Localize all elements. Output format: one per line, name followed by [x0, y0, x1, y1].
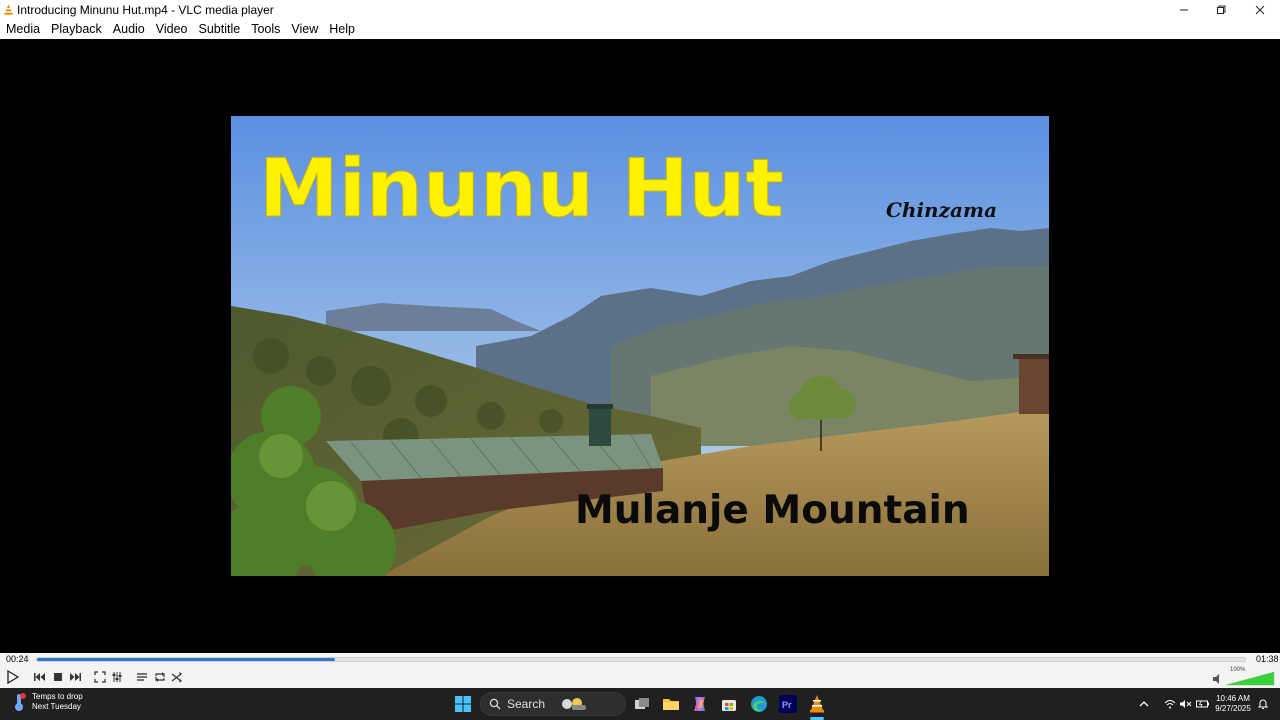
speaker-muted-icon[interactable]: [1180, 699, 1192, 709]
video-title-text: Minunu Hut: [259, 142, 784, 235]
total-time: 01:38: [1256, 654, 1279, 664]
previous-button[interactable]: [32, 669, 48, 685]
microsoft-store-button[interactable]: [718, 693, 740, 715]
search-icon: [489, 698, 501, 710]
playback-controls: 100%: [0, 666, 1280, 688]
fullscreen-icon: [94, 671, 106, 683]
weather-line-2: Next Tuesday: [32, 702, 81, 711]
search-highlight-icon: [562, 698, 587, 710]
speaker-icon: [1213, 674, 1219, 684]
menu-playback[interactable]: Playback: [45, 19, 107, 39]
fullscreen-button[interactable]: [92, 669, 108, 685]
loop-button[interactable]: [152, 669, 168, 685]
shuffle-button[interactable]: [169, 669, 185, 685]
premiere-pro-button[interactable]: Pr: [777, 693, 799, 715]
vlc-icon: [810, 695, 824, 713]
seek-bar[interactable]: [36, 657, 1246, 662]
window-title: Introducing Minunu Hut.mp4 - VLC media p…: [17, 2, 274, 17]
copilot-button[interactable]: [689, 693, 711, 715]
minimize-icon: [1180, 9, 1188, 10]
menu-audio[interactable]: Audio: [107, 19, 150, 39]
task-view-button[interactable]: [631, 693, 653, 715]
premiere-pro-icon: Pr: [779, 695, 797, 713]
clock-time: 10:46 AM: [1216, 694, 1250, 703]
next-button[interactable]: [67, 669, 83, 685]
maximize-button[interactable]: [1203, 0, 1239, 19]
search-label: Search: [507, 697, 546, 711]
next-icon: [70, 673, 81, 681]
video-caption-text: Mulanje Mountain: [575, 488, 970, 533]
copilot-icon: [694, 697, 705, 711]
menu-video[interactable]: Video: [150, 19, 193, 39]
extended-settings-button[interactable]: [109, 669, 125, 685]
close-button[interactable]: [1242, 0, 1278, 19]
title-bar: Introducing Minunu Hut.mp4 - VLC media p…: [0, 0, 1280, 19]
menu-view[interactable]: View: [285, 19, 323, 39]
taskbar-clock[interactable]: 10:46 AM 9/27/2025: [1212, 694, 1254, 714]
stop-button[interactable]: [50, 669, 66, 685]
stop-icon: [54, 673, 62, 681]
clock-date: 9/27/2025: [1215, 704, 1251, 713]
weather-widget[interactable]: Temps to drop Next Tuesday: [12, 692, 83, 712]
windows-start-icon: [455, 696, 471, 712]
vlc-taskbar-button[interactable]: [806, 693, 828, 715]
file-explorer-icon: [663, 699, 679, 710]
premiere-pro-label: Pr: [782, 700, 792, 710]
vlc-cone-icon: [3, 4, 14, 15]
notification-bell-icon[interactable]: [1257, 698, 1269, 710]
chevron-up-icon[interactable]: [1138, 699, 1150, 709]
microsoft-store-icon: [722, 700, 736, 711]
menu-bar: Media Playback Audio Video Subtitle Tool…: [0, 19, 1280, 39]
weather-line-1: Temps to drop: [32, 692, 83, 701]
seek-progress: [37, 658, 336, 661]
battery-icon[interactable]: [1196, 699, 1210, 709]
close-icon: [1255, 5, 1265, 14]
wifi-icon[interactable]: [1164, 699, 1176, 709]
playlist-button[interactable]: [134, 669, 150, 685]
menu-help[interactable]: Help: [323, 19, 360, 39]
menu-subtitle[interactable]: Subtitle: [193, 19, 246, 39]
volume-label: 100%: [1230, 667, 1246, 673]
maximize-icon: [1217, 5, 1226, 14]
taskbar-search[interactable]: Search: [480, 692, 626, 716]
shuffle-icon: [171, 672, 182, 683]
thermometer-icon: [15, 693, 26, 711]
video-frame[interactable]: Minunu Hut Chinzama Mulanje Mountain: [231, 116, 1049, 576]
play-button[interactable]: [4, 669, 20, 685]
edge-icon: [751, 696, 767, 712]
video-area[interactable]: Minunu Hut Chinzama Mulanje Mountain: [0, 39, 1280, 653]
video-subtitle-text: Chinzama: [886, 198, 997, 222]
extended-settings-icon: [112, 672, 122, 682]
play-icon: [7, 670, 19, 684]
edge-button[interactable]: [748, 693, 770, 715]
seek-row: 00:24 01:38: [0, 653, 1280, 666]
menu-tools[interactable]: Tools: [245, 19, 285, 39]
elapsed-time: 00:24: [6, 654, 29, 664]
loop-icon: [155, 672, 165, 682]
start-button[interactable]: [452, 693, 474, 715]
minimize-button[interactable]: [1166, 0, 1202, 19]
menu-media[interactable]: Media: [0, 19, 45, 39]
file-explorer-button[interactable]: [660, 693, 682, 715]
previous-icon: [34, 673, 45, 681]
task-view-icon: [635, 698, 649, 709]
taskbar: Temps to drop Next Tuesday Search Pr 10:…: [0, 688, 1280, 720]
system-tray: [1138, 688, 1210, 720]
playlist-icon: [137, 673, 147, 681]
